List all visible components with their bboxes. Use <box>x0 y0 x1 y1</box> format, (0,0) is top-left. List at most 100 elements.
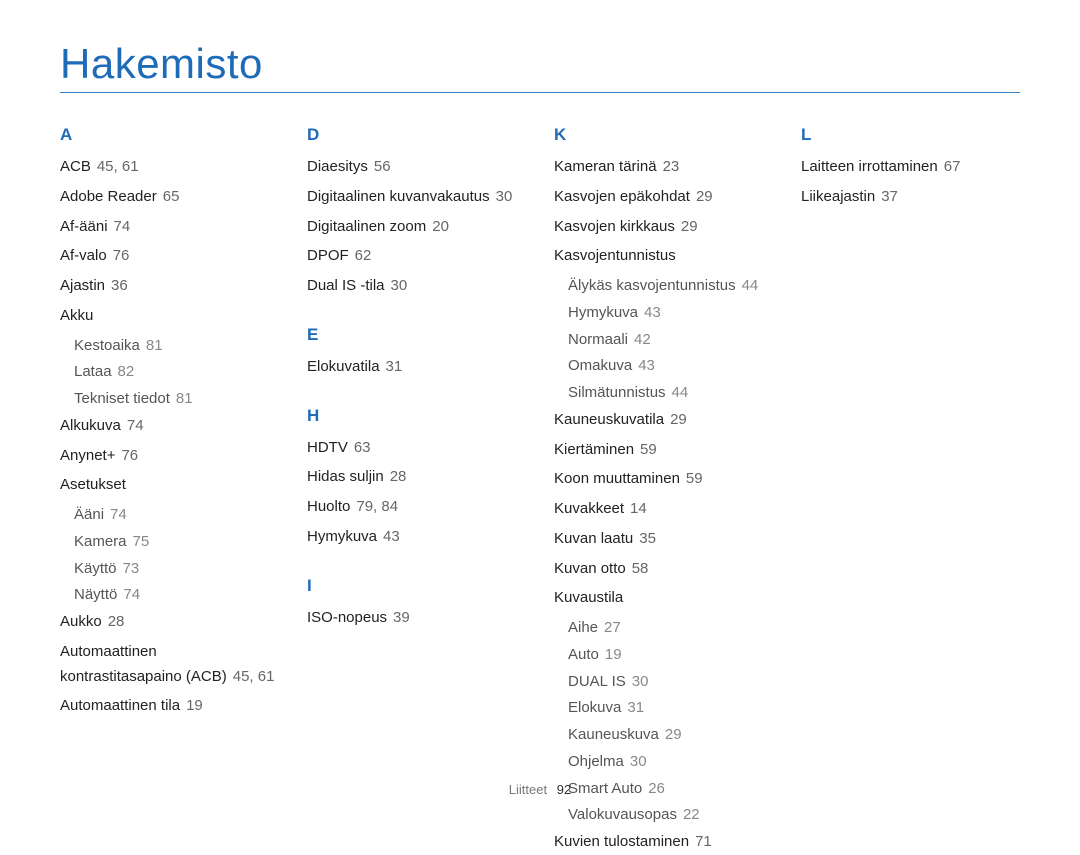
index-entry: Adobe Reader65 <box>60 185 279 210</box>
entry-pages: 76 <box>115 447 138 464</box>
footer-label: Liitteet <box>509 782 547 797</box>
index-entry: Akku <box>60 304 279 329</box>
entry-pages: 65 <box>157 188 180 205</box>
entry-title: Akku <box>60 307 93 324</box>
entry-title: Automaattinen tila <box>60 697 180 714</box>
sub-entry: Silmätunnistus44 <box>568 381 773 406</box>
entry-pages: 28 <box>102 613 125 630</box>
entry-title: Automaattinen kontrastitasapaino (ACB) <box>60 643 227 685</box>
sub-entry-pages: 74 <box>104 506 127 523</box>
index-section: EElokuvatila31 <box>307 321 526 380</box>
sub-entry-title: Elokuva <box>568 699 621 716</box>
index-entry: Kasvojen epäkohdat29 <box>554 185 773 210</box>
sub-entry-pages: 43 <box>638 304 661 321</box>
entry-title: Kuvan laatu <box>554 530 633 547</box>
sub-entry-pages: 30 <box>624 753 647 770</box>
sub-entry-pages: 44 <box>666 384 689 401</box>
sub-entry-title: Silmätunnistus <box>568 384 666 401</box>
entry-pages: 45, 61 <box>91 158 139 175</box>
sub-entry-pages: 44 <box>736 277 759 294</box>
index-entry: Kuvien tulostaminen71 <box>554 830 773 855</box>
index-entry: DPOF62 <box>307 244 526 269</box>
sub-entry: Ääni74 <box>74 503 279 528</box>
sub-entry-pages: 19 <box>599 646 622 663</box>
footer-page-number: 92 <box>551 782 571 797</box>
sub-entry-title: Ääni <box>74 506 104 523</box>
sub-entry-title: Älykäs kasvojentunnistus <box>568 277 736 294</box>
entry-title: Asetukset <box>60 476 126 493</box>
sub-entry-pages: 27 <box>598 619 621 636</box>
section-letter: I <box>307 572 526 600</box>
sub-entry-title: Auto <box>568 646 599 663</box>
entry-title: Af-ääni <box>60 218 108 235</box>
index-section: IISO-nopeus39 <box>307 572 526 631</box>
section-letter: E <box>307 321 526 349</box>
index-entry: Alkukuva74 <box>60 414 279 439</box>
sub-entry-pages: 29 <box>659 726 682 743</box>
index-entry: Asetukset <box>60 473 279 498</box>
sub-entry: Hymykuva43 <box>568 301 773 326</box>
sub-entry-title: Tekniset tiedot <box>74 390 170 407</box>
entry-pages: 20 <box>426 218 449 235</box>
entry-pages: 19 <box>180 697 203 714</box>
entry-title: Hidas suljin <box>307 468 384 485</box>
index-section: LLaitteen irrottaminen67Liikeajastin37 <box>801 121 1020 210</box>
index-section: HHDTV63Hidas suljin28Huolto79, 84Hymykuv… <box>307 402 526 550</box>
section-letter: K <box>554 121 773 149</box>
index-entry: Ajastin36 <box>60 274 279 299</box>
index-entry: Anynet+76 <box>60 444 279 469</box>
entry-pages: 28 <box>384 468 407 485</box>
entry-title: Anynet+ <box>60 447 115 464</box>
entry-pages: 36 <box>105 277 128 294</box>
index-entry: Laitteen irrottaminen67 <box>801 155 1020 180</box>
entry-pages: 39 <box>387 609 410 626</box>
entry-pages: 67 <box>938 158 961 175</box>
entry-pages: 23 <box>657 158 680 175</box>
entry-pages: 62 <box>349 247 372 264</box>
entry-pages: 59 <box>634 441 657 458</box>
entry-pages: 58 <box>626 560 649 577</box>
entry-pages: 30 <box>385 277 408 294</box>
entry-title: Kasvojen epäkohdat <box>554 188 690 205</box>
sub-entry: Käyttö73 <box>74 557 279 582</box>
entry-title: Elokuvatila <box>307 358 380 375</box>
sub-entry-title: Kauneuskuva <box>568 726 659 743</box>
entry-title: Adobe Reader <box>60 188 157 205</box>
sub-entry-title: Lataa <box>74 363 112 380</box>
sub-entry-pages: 81 <box>170 390 193 407</box>
index-entry: Kasvojen kirkkaus29 <box>554 215 773 240</box>
sub-entry-title: Käyttö <box>74 560 117 577</box>
entry-pages: 59 <box>680 470 703 487</box>
entry-pages: 29 <box>664 411 687 428</box>
sub-entry: Valokuvausopas22 <box>568 803 773 828</box>
entry-pages: 29 <box>690 188 713 205</box>
index-entry: Af-ääni74 <box>60 215 279 240</box>
index-entry: Dual IS -tila30 <box>307 274 526 299</box>
sub-entry-title: Hymykuva <box>568 304 638 321</box>
sub-entry-group: Kestoaika81Lataa82Tekniset tiedot81 <box>74 334 279 412</box>
entry-title: Af-valo <box>60 247 107 264</box>
entry-pages: 79, 84 <box>350 498 398 515</box>
sub-entry: Älykäs kasvojentunnistus44 <box>568 274 773 299</box>
index-entry: HDTV63 <box>307 436 526 461</box>
sub-entry-pages: 42 <box>628 331 651 348</box>
index-entry: Automaattinen tila19 <box>60 694 279 719</box>
section-letter: A <box>60 121 279 149</box>
entry-title: Kuvien tulostaminen <box>554 833 689 850</box>
index-entry: Af-valo76 <box>60 244 279 269</box>
index-entry: Hidas suljin28 <box>307 465 526 490</box>
index-entry: Kameran tärinä23 <box>554 155 773 180</box>
section-letter: H <box>307 402 526 430</box>
entry-pages: 45, 61 <box>227 668 275 685</box>
entry-title: Kiertäminen <box>554 441 634 458</box>
index-entry: Aukko28 <box>60 610 279 635</box>
sub-entry-title: Ohjelma <box>568 753 624 770</box>
index-entry: Huolto79, 84 <box>307 495 526 520</box>
sub-entry-title: Omakuva <box>568 357 632 374</box>
index-entry: Digitaalinen zoom20 <box>307 215 526 240</box>
entry-pages: 35 <box>633 530 656 547</box>
sub-entry: Omakuva43 <box>568 354 773 379</box>
index-entry: Kiertäminen59 <box>554 438 773 463</box>
entry-title: Kameran tärinä <box>554 158 657 175</box>
sub-entry: Kauneuskuva29 <box>568 723 773 748</box>
